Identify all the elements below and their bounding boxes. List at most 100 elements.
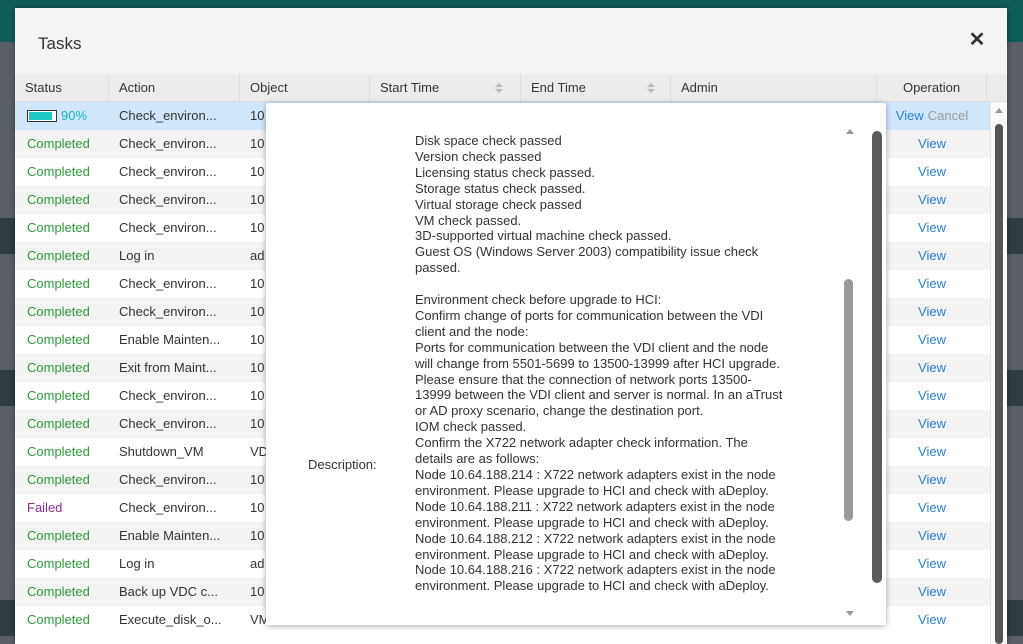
sort-icon[interactable] — [647, 83, 655, 93]
operation-cell: View — [877, 214, 987, 242]
action-cell: Log in — [119, 556, 155, 571]
operation-cell: View — [877, 242, 987, 270]
sort-icon[interactable] — [495, 83, 503, 93]
view-link[interactable]: View — [918, 584, 946, 599]
action-cell: Back up VDC c... — [119, 584, 218, 599]
operation-cell: View Cancel — [877, 102, 987, 130]
view-link[interactable]: View — [918, 276, 946, 291]
action-cell: Check_environ... — [119, 136, 217, 151]
operation-cell: View — [877, 578, 987, 606]
status-cell: Completed — [27, 354, 117, 382]
view-link[interactable]: View — [918, 500, 946, 515]
status-text: Completed — [27, 136, 90, 151]
status-text: Completed — [27, 584, 90, 599]
description-line: VM check passed. — [415, 212, 522, 228]
status-text: Completed — [27, 360, 90, 375]
action-cell: Check_environ... — [119, 472, 217, 487]
view-link[interactable]: View — [918, 164, 946, 179]
operation-cell: View — [877, 298, 987, 326]
description-line: Node 10.64.188.214 : X722 network adapte… — [415, 467, 776, 483]
description-line: Confirm change of ports for communicatio… — [415, 307, 764, 323]
description-line: or AD proxy scenario, change the destina… — [415, 403, 704, 419]
view-link[interactable]: View — [918, 444, 946, 459]
cancel-link[interactable]: Cancel — [928, 108, 968, 123]
action-cell: Check_environ... — [119, 164, 217, 179]
status-cell: Completed — [27, 242, 117, 270]
status-cell: Completed — [27, 186, 117, 214]
description-scrollbar[interactable] — [844, 121, 858, 621]
scroll-up-icon[interactable] — [995, 108, 1003, 113]
close-icon[interactable]: ✕ — [965, 28, 989, 52]
view-link[interactable]: View — [896, 108, 924, 123]
scrollbar-thumb[interactable] — [844, 279, 853, 521]
description-line: 3D-supported virtual machine check passe… — [415, 228, 672, 244]
view-link[interactable]: View — [918, 248, 946, 263]
view-link[interactable]: View — [918, 388, 946, 403]
description-line: details are as follows: — [415, 451, 540, 467]
column-admin[interactable]: Admin — [671, 74, 877, 102]
dialog-header: Tasks ✕ — [15, 8, 1007, 74]
outer-scrollbar-thumb[interactable] — [872, 131, 882, 583]
description-line: Environment check before upgrade to HCI: — [415, 292, 662, 308]
description-line: environment. Please upgrade to HCI and c… — [415, 546, 769, 562]
status-cell: Completed — [27, 606, 117, 634]
action-cell: Check_environ... — [119, 416, 217, 431]
description-line: Licensing status check passed. — [415, 164, 595, 180]
description-line: will change from 5501-5699 to 13500-1399… — [415, 355, 780, 371]
status-text: Completed — [27, 612, 90, 627]
status-text: Completed — [27, 164, 90, 179]
column-start-time[interactable]: Start Time — [370, 74, 521, 102]
description-line: Ports for communication between the VDI … — [415, 339, 769, 355]
operation-cell: View — [877, 158, 987, 186]
view-link[interactable]: View — [918, 612, 946, 627]
description-line: environment. Please upgrade to HCI and c… — [415, 482, 769, 498]
status-cell: Completed — [27, 382, 117, 410]
description-line: passed. — [415, 260, 461, 276]
operation-cell: View — [877, 522, 987, 550]
description-line: Please ensure that the connection of net… — [415, 371, 752, 387]
operation-cell: View — [877, 606, 987, 634]
view-link[interactable]: View — [918, 360, 946, 375]
column-action[interactable]: Action — [109, 74, 240, 102]
description-popover: Description: Disk space check passed Vers… — [266, 103, 886, 625]
column-end-time[interactable]: End Time — [521, 74, 671, 102]
status-text: Completed — [27, 276, 90, 291]
description-line: Storage status check passed. — [415, 180, 586, 196]
view-link[interactable]: View — [918, 220, 946, 235]
status-text: Failed — [27, 500, 63, 515]
action-cell: Check_environ... — [119, 276, 217, 291]
operation-cell: View — [877, 466, 987, 494]
action-cell: Check_environ... — [119, 108, 217, 123]
view-link[interactable]: View — [918, 304, 946, 319]
action-cell: Enable Mainten... — [119, 332, 221, 347]
status-cell: Completed — [27, 578, 117, 606]
view-link[interactable]: View — [918, 332, 946, 347]
description-line: client and the node: — [415, 323, 529, 339]
column-status[interactable]: Status — [15, 74, 109, 102]
description-line: Node 10.64.188.216 : X722 network adapte… — [415, 562, 776, 578]
view-link[interactable]: View — [918, 416, 946, 431]
status-cell: 90% — [27, 102, 117, 130]
column-object[interactable]: Object — [240, 74, 370, 102]
status-text: Completed — [27, 444, 90, 459]
status-cell: Completed — [27, 298, 117, 326]
action-cell: Enable Mainten... — [119, 528, 221, 543]
operation-cell: View — [877, 410, 987, 438]
action-cell: Check_environ... — [119, 304, 217, 319]
scroll-down-icon[interactable] — [846, 611, 854, 616]
operation-cell: View — [877, 130, 987, 158]
status-cell: Completed — [27, 550, 117, 578]
view-link[interactable]: View — [918, 556, 946, 571]
view-link[interactable]: View — [918, 472, 946, 487]
table-scrollbar[interactable] — [990, 102, 1007, 644]
table-header: Status Action Object Start Time End Time… — [15, 74, 1007, 102]
scrollbar-thumb[interactable] — [995, 124, 1003, 644]
view-link[interactable]: View — [918, 136, 946, 151]
view-link[interactable]: View — [918, 528, 946, 543]
scroll-up-icon[interactable] — [846, 129, 854, 134]
description-line: Node 10.64.188.211 : X722 network adapte… — [415, 498, 775, 514]
view-link[interactable]: View — [918, 192, 946, 207]
progress-fill — [29, 112, 53, 120]
status-cell: Completed — [27, 326, 117, 354]
status-text: 90% — [61, 108, 88, 123]
